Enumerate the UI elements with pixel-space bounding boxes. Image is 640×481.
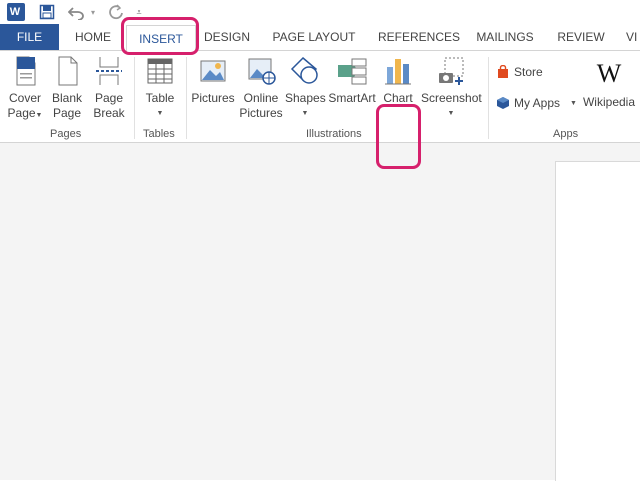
word-logo-letter: W — [9, 6, 21, 18]
group-label-illustrations: Illustrations — [306, 128, 362, 140]
chevron-down-icon: ▼ — [447, 110, 455, 117]
shapes-button[interactable]: Shapes ▼ — [285, 55, 326, 121]
online-pictures-icon — [245, 55, 277, 87]
tab-references[interactable]: REFERENCES — [378, 24, 460, 50]
group-label-pages: Pages — [50, 128, 82, 140]
my-apps-label: My Apps — [514, 96, 561, 110]
chevron-down-icon[interactable]: ▼ — [570, 100, 577, 107]
insert-tab-highlight — [121, 17, 199, 55]
wikipedia-icon: W — [596, 59, 622, 88]
blank-page-button[interactable]: Blank Page — [48, 55, 86, 121]
group-label-apps: Apps — [553, 128, 579, 140]
wikipedia-button[interactable]: W Wikipedia — [580, 59, 638, 110]
screenshot-button[interactable]: Screenshot ▼ — [421, 55, 482, 121]
my-apps-button[interactable]: My Apps ▼ — [496, 96, 577, 110]
ribbon-insert: Cover Page▼ Blank Page Page Break Pages … — [0, 50, 640, 169]
online-pictures-button[interactable]: Online Pictures — [238, 55, 284, 121]
tab-file[interactable]: FILE — [0, 24, 59, 50]
ribbon-tabs: FILE HOME INSERT DESIGN PAGE LAYOUT REFE… — [0, 24, 640, 52]
smartart-button[interactable]: SmartArt — [327, 55, 377, 106]
document-area[interactable] — [0, 143, 640, 481]
chevron-down-icon: ▼ — [156, 110, 164, 117]
blank-page-icon — [51, 55, 83, 87]
save-icon[interactable] — [37, 2, 57, 22]
chevron-down-icon: ▼ — [35, 112, 43, 119]
table-icon — [144, 55, 176, 87]
cover-page-label-1: Cover — [8, 91, 41, 105]
undo-icon[interactable] — [66, 2, 88, 22]
shapes-icon — [289, 55, 321, 87]
cover-page-icon — [9, 55, 41, 87]
chart-button-highlight — [376, 104, 421, 169]
tab-mailings[interactable]: MAILINGS — [474, 24, 536, 50]
page-break-label-2: Break — [93, 106, 125, 120]
tab-home[interactable]: HOME — [70, 24, 116, 50]
screenshot-icon — [435, 55, 467, 87]
group-divider — [134, 57, 135, 139]
screenshot-label: Screenshot — [421, 91, 482, 105]
my-apps-icon — [496, 96, 510, 110]
pictures-icon — [197, 55, 229, 87]
chevron-down-icon: ▼ — [301, 110, 309, 117]
online-pictures-label-2: Pictures — [239, 106, 283, 120]
pictures-button[interactable]: Pictures — [190, 55, 236, 106]
table-button[interactable]: Table ▼ — [140, 55, 180, 121]
undo-dropdown-icon[interactable]: ▾ — [88, 2, 98, 22]
tab-design[interactable]: DESIGN — [203, 24, 251, 50]
wikipedia-label: Wikipedia — [582, 95, 636, 109]
cover-page-button[interactable]: Cover Page▼ — [4, 55, 46, 123]
document-page[interactable] — [555, 161, 640, 481]
chart-icon — [382, 55, 414, 87]
page-break-button[interactable]: Page Break — [90, 55, 128, 121]
shapes-label: Shapes — [285, 91, 326, 105]
tab-page-layout[interactable]: PAGE LAYOUT — [270, 24, 358, 50]
smartart-label: SmartArt — [328, 91, 376, 105]
page-break-icon — [93, 55, 125, 87]
group-label-tables: Tables — [143, 128, 175, 140]
store-label: Store — [514, 65, 543, 79]
chart-button[interactable]: Chart — [378, 55, 418, 106]
blank-page-label-1: Blank — [51, 91, 83, 105]
smartart-icon — [336, 55, 368, 87]
blank-page-label-2: Page — [52, 106, 82, 120]
table-label: Table — [145, 91, 175, 105]
quick-access-toolbar: W ▾ ⩡ — [0, 0, 640, 24]
pictures-label: Pictures — [191, 91, 235, 105]
group-divider — [186, 57, 187, 139]
word-app-icon[interactable]: W — [7, 3, 25, 21]
tab-review[interactable]: REVIEW — [556, 24, 606, 50]
tab-view[interactable]: VI — [626, 24, 640, 50]
group-divider — [488, 57, 489, 139]
page-break-label-1: Page — [94, 91, 124, 105]
online-pictures-label-1: Online — [243, 91, 279, 105]
cover-page-label-2: Page — [7, 106, 36, 120]
store-icon — [496, 64, 510, 79]
store-button[interactable]: Store — [496, 64, 543, 79]
